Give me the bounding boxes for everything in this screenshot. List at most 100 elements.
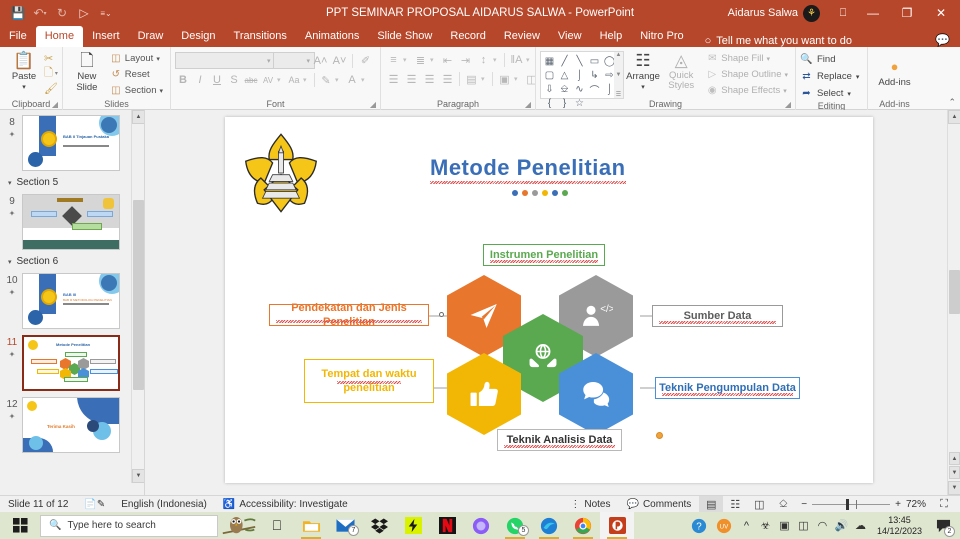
tab-help[interactable]: Help (591, 26, 632, 47)
canvas-scroll-up-icon[interactable]: ▲ (948, 110, 960, 124)
shape-curve-icon[interactable]: ⌒ (587, 82, 602, 97)
slide-counter[interactable]: Slide 11 of 12 (0, 496, 76, 513)
section-header-5[interactable]: ▾ Section 5 (0, 174, 131, 191)
shape-effects-button[interactable]: ◉ Shape Effects ▾ (703, 83, 791, 98)
reset-button[interactable]: ↺ Reset (107, 67, 166, 82)
chevron-down-icon[interactable]: ▾ (8, 258, 12, 266)
tab-home[interactable]: Home (35, 26, 84, 47)
shape-outline-button[interactable]: ▷ Shape Outline ▾ (703, 67, 791, 82)
paste-button[interactable]: 📋 Paste ▾ (4, 49, 44, 93)
tray-volume-icon[interactable]: 🔊 (833, 512, 850, 539)
line-spacing-button[interactable]: ↕ (475, 52, 492, 68)
select-button[interactable]: ➦ Select ▾ (800, 86, 859, 101)
reading-view-button[interactable]: ◫ (747, 496, 771, 513)
label-pendekatan[interactable]: Pendekatan dan Jenis Penelitian (269, 302, 429, 328)
minimize-button[interactable]: — (856, 0, 890, 26)
file-explorer-icon[interactable] (294, 512, 328, 539)
accessibility-status[interactable]: ♿ Accessibility: Investigate (215, 496, 356, 513)
tell-me-search[interactable]: ○ Tell me what you want to do (705, 35, 852, 47)
search-input[interactable]: 🔍 Type here to search (40, 514, 218, 537)
strikethrough-button[interactable]: abc (243, 72, 259, 88)
tray-battery-icon[interactable]: ◫ (795, 512, 812, 539)
tab-insert[interactable]: Insert (83, 26, 129, 47)
slide-show-button[interactable]: ⎐ (771, 496, 795, 513)
customize-qat-icon[interactable]: ≡⌄ (96, 3, 116, 23)
next-slide-button[interactable]: ▼ (949, 466, 960, 479)
tab-slide-show[interactable]: Slide Show (368, 26, 441, 47)
redo-icon[interactable]: ↻ (52, 3, 72, 23)
undo-icon[interactable]: ↶ ▾ (30, 3, 50, 23)
decrease-font-size-button[interactable]: A˅ (331, 52, 348, 69)
powerpoint-icon[interactable] (600, 512, 634, 539)
comments-icon[interactable]: 💬 (935, 33, 950, 47)
new-slide-button[interactable]: 🗋 New Slide (67, 49, 107, 93)
align-center-button[interactable]: ☰ (403, 71, 420, 87)
drawing-dialog-launcher[interactable]: ◢ (785, 99, 791, 110)
comments-button[interactable]: 💬 Comments (618, 496, 699, 513)
zoom-in-button[interactable]: + (895, 499, 901, 510)
zoom-control[interactable]: − + 72% (795, 498, 932, 510)
save-icon[interactable]: 💾 (8, 3, 28, 23)
shape-flowchart-icon[interactable]: ⎒ (557, 82, 572, 96)
shape-rounded-rect-icon[interactable]: ▢ (542, 68, 557, 82)
font-color-button[interactable]: A (344, 72, 360, 88)
shapes-gallery[interactable]: ▦ ╱ ╲ ▭ ◯ ▢ △ ⌡ ↳ ⇨ ⇩ ⎒ ∿ ⌒ ⌡ { } ☆ ▲ ▼ … (540, 51, 624, 109)
text-highlight-button[interactable]: ✎ (318, 72, 334, 88)
label-teknik-analisis[interactable]: Teknik Analisis Data (497, 429, 622, 451)
mail-icon[interactable]: 7 (328, 512, 362, 539)
font-dialog-launcher[interactable]: ◢ (370, 99, 376, 110)
slide-notes-icon[interactable]: 📄✎ (76, 496, 113, 513)
owl-widget-icon[interactable] (218, 512, 260, 539)
shape-textbox-icon[interactable]: ▦ (542, 54, 557, 68)
shape-elbow-arrow-icon[interactable]: ↳ (587, 68, 602, 82)
thumbnail-slide-8[interactable]: 8 ✦ BAB II Tinjauan Pustaka (0, 112, 131, 174)
clipboard-dialog-launcher[interactable]: ◢ (52, 99, 58, 110)
collapse-ribbon-icon[interactable]: ⌃ (948, 97, 956, 108)
quick-styles-button[interactable]: ◬ Quick Styles (662, 49, 700, 91)
tab-view[interactable]: View (549, 26, 591, 47)
dropbox-icon[interactable] (362, 512, 396, 539)
text-direction-button[interactable]: ‖A (508, 52, 525, 68)
columns-button[interactable]: ▤ (463, 71, 480, 87)
zoom-out-button[interactable]: − (801, 499, 807, 510)
copy-icon[interactable]: 🗋 ▾ (44, 66, 58, 80)
shape-arrow-icon[interactable]: ╲ (572, 54, 587, 68)
selection-handle[interactable] (439, 312, 444, 317)
thumbnail-scroll-up-icon[interactable]: ▲ (132, 110, 144, 124)
character-spacing-button[interactable]: AV (260, 72, 276, 88)
thumbnail-scroll-down-icon[interactable]: ▼ (132, 469, 144, 483)
avatar[interactable]: ⚘ (803, 4, 820, 22)
canvas-scroll-down-icon[interactable]: ▼ (948, 481, 960, 495)
clear-formatting-button[interactable]: ✐ (357, 52, 374, 69)
start-button[interactable] (0, 512, 40, 539)
shape-triangle-icon[interactable]: △ (557, 68, 572, 82)
numbering-button[interactable]: ≣ (412, 52, 429, 68)
canvas-scrollbar[interactable]: ▲ ▲ ▼ ▼ (947, 110, 960, 495)
decrease-indent-button[interactable]: ⇤ (439, 52, 456, 68)
tab-transitions[interactable]: Transitions (225, 26, 296, 47)
tab-record[interactable]: Record (441, 26, 494, 47)
animation-marker-icon[interactable] (656, 432, 663, 439)
slide-sorter-button[interactable]: ☷ (723, 496, 747, 513)
current-slide[interactable]: Metode Penelitian </ Pendekatan dan Jeni… (225, 117, 873, 483)
increase-font-size-button[interactable]: A˄ (312, 52, 329, 69)
page-title[interactable]: Metode Penelitian (430, 155, 626, 184)
shapes-gallery-scrollbar[interactable]: ▲ ▼ ☰ (613, 52, 623, 98)
label-tempat-waktu[interactable]: Tempat dan waktu penelitian (304, 359, 434, 403)
chrome-icon[interactable] (566, 512, 600, 539)
thumbnail-slide-11[interactable]: 11 ✦ Metode Penelitian (0, 332, 131, 394)
addins-button[interactable]: ● Add-ins (872, 49, 917, 88)
tray-onedrive-icon[interactable]: ☁ (852, 512, 869, 539)
shape-rectangle-icon[interactable]: ▭ (587, 54, 602, 68)
whatsapp-icon[interactable]: 5 (498, 512, 532, 539)
chevron-down-icon[interactable]: ▾ (8, 179, 12, 187)
section-header-6[interactable]: ▾ Section 6 (0, 253, 131, 270)
arrange-button[interactable]: ☷ Arrange ▾ (624, 49, 662, 93)
close-button[interactable]: ✕ (924, 0, 958, 26)
tab-design[interactable]: Design (172, 26, 224, 47)
shape-down-arrow-icon[interactable]: ⇩ (542, 82, 557, 96)
bold-button[interactable]: B (175, 72, 191, 88)
tab-review[interactable]: Review (495, 26, 549, 47)
label-sumber-data[interactable]: Sumber Data (652, 305, 783, 327)
justify-button[interactable]: ☰ (439, 71, 456, 87)
